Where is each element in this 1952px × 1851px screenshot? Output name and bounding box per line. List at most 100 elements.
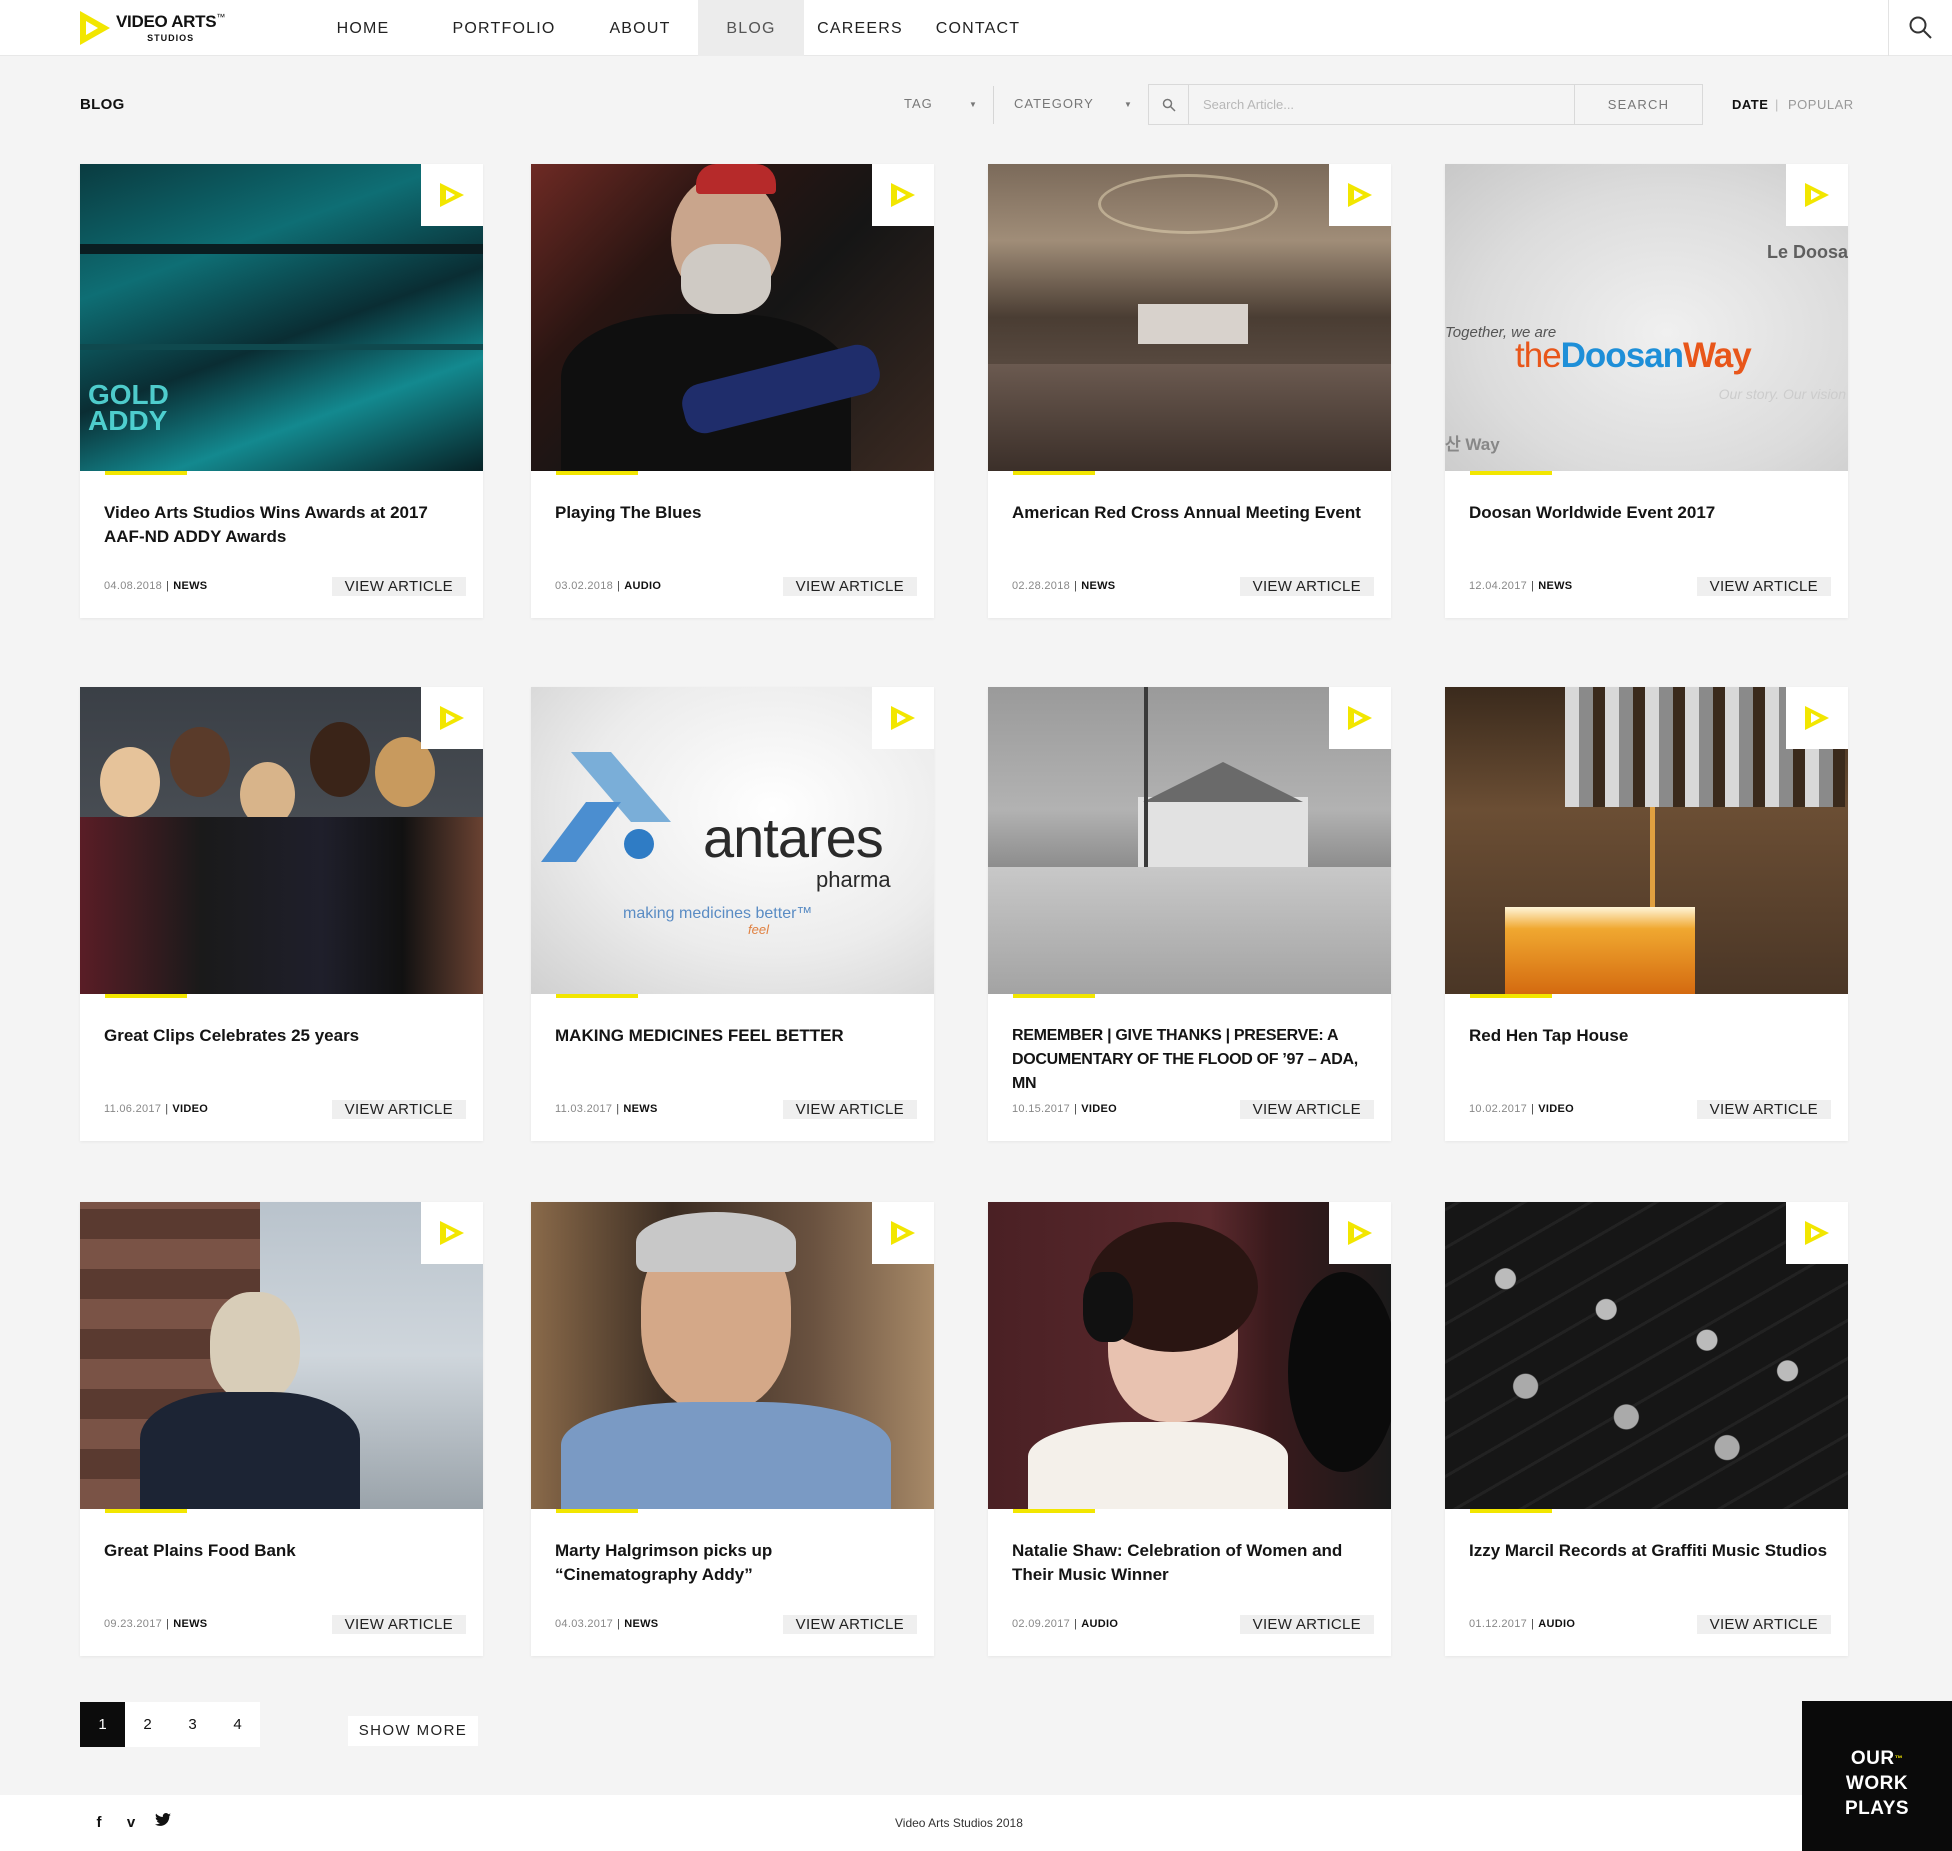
article-thumbnail[interactable] xyxy=(531,1202,934,1509)
search-button[interactable]: SEARCH xyxy=(1574,85,1702,124)
twitter-icon[interactable] xyxy=(154,1813,172,1831)
our-work-plays-promo[interactable]: OUR™ WORK PLAYS xyxy=(1802,1701,1952,1851)
facebook-icon[interactable]: f xyxy=(90,1814,108,1831)
nav-blog[interactable]: BLOG xyxy=(698,0,804,56)
article-thumbnail[interactable] xyxy=(988,1202,1391,1509)
view-article-button[interactable]: VIEW ARTICLE xyxy=(1239,1100,1374,1119)
play-icon[interactable] xyxy=(1329,164,1391,226)
play-icon[interactable] xyxy=(1786,1202,1848,1264)
article-date: 10.02.2017 xyxy=(1469,1103,1528,1115)
article-title[interactable]: Video Arts Studios Wins Awards at 2017 A… xyxy=(104,501,464,549)
view-article-button[interactable]: VIEW ARTICLE xyxy=(1696,1615,1831,1634)
view-article-button[interactable]: VIEW ARTICLE xyxy=(782,577,917,596)
article-title[interactable]: Izzy Marcil Records at Graffiti Music St… xyxy=(1469,1539,1829,1563)
tag-filter[interactable]: TAG ▼ xyxy=(904,96,977,111)
play-icon[interactable] xyxy=(1329,1202,1391,1264)
article-card[interactable]: Red Hen Tap House 10.02.2017 | VIDEO VIEW … xyxy=(1445,687,1848,1141)
article-title[interactable]: Playing The Blues xyxy=(555,501,915,525)
article-card[interactable]: Great Clips Celebrates 25 years 11.06.20… xyxy=(80,687,483,1141)
article-thumbnail[interactable] xyxy=(988,687,1391,994)
article-category: AUDIO xyxy=(624,580,662,592)
article-thumbnail[interactable] xyxy=(1445,1202,1848,1509)
article-card[interactable]: Natalie Shaw: Celebration of Women and T… xyxy=(988,1202,1391,1656)
view-article-button[interactable]: VIEW ARTICLE xyxy=(1696,577,1831,596)
article-category: VIDEO xyxy=(172,1103,209,1115)
article-title[interactable]: Marty Halgrimson picks up “Cinematograph… xyxy=(555,1539,915,1587)
article-card[interactable]: Playing The Blues 03.02.2018 | AUDIO VIEW … xyxy=(531,164,934,618)
article-title[interactable]: Great Plains Food Bank xyxy=(104,1539,464,1563)
play-icon[interactable] xyxy=(872,687,934,749)
antares-pharma: pharma xyxy=(816,867,891,892)
page-3-button[interactable]: 3 xyxy=(170,1702,215,1747)
article-thumbnail[interactable]: antares pharma making medicines better™ … xyxy=(531,687,934,994)
view-article-button[interactable]: VIEW ARTICLE xyxy=(1239,577,1374,596)
article-title[interactable]: MAKING MEDICINES FEEL BETTER xyxy=(555,1024,915,1048)
footer: f v Video Arts Studios 2018 xyxy=(0,1795,1952,1851)
sort-by-popular[interactable]: POPULAR xyxy=(1788,97,1854,112)
view-article-button[interactable]: VIEW ARTICLE xyxy=(331,1615,466,1634)
view-article-button[interactable]: VIEW ARTICLE xyxy=(782,1615,917,1634)
play-icon[interactable] xyxy=(1786,687,1848,749)
article-card[interactable]: GOLD ADDY Video Arts Studios Wins Awards … xyxy=(80,164,483,618)
brand-tm: ™ xyxy=(216,12,226,22)
article-title[interactable]: REMEMBER | GIVE THANKS | PRESERVE: A DOC… xyxy=(1012,1024,1372,1096)
nav-contact[interactable]: CONTACT xyxy=(916,0,1040,56)
view-article-button[interactable]: VIEW ARTICLE xyxy=(331,1100,466,1119)
nav-about[interactable]: ABOUT xyxy=(582,0,698,56)
article-meta: 04.03.2017 | NEWS xyxy=(555,1618,659,1630)
play-icon[interactable] xyxy=(421,687,483,749)
article-title[interactable]: Red Hen Tap House xyxy=(1469,1024,1829,1048)
search-icon xyxy=(1149,85,1189,124)
nav-home[interactable]: HOME xyxy=(300,0,426,56)
play-icon[interactable] xyxy=(872,164,934,226)
tag-filter-label: TAG xyxy=(904,96,933,111)
promo-tm: ™ xyxy=(1894,1754,1904,1763)
article-title[interactable]: Doosan Worldwide Event 2017 xyxy=(1469,501,1829,525)
article-card[interactable]: antares pharma making medicines better™ … xyxy=(531,687,934,1141)
play-icon[interactable] xyxy=(1329,687,1391,749)
article-thumbnail[interactable] xyxy=(80,687,483,994)
article-thumbnail[interactable] xyxy=(531,164,934,471)
article-title[interactable]: Natalie Shaw: Celebration of Women and T… xyxy=(1012,1539,1372,1587)
vimeo-icon[interactable]: v xyxy=(122,1814,140,1831)
article-meta: 11.03.2017 | NEWS xyxy=(555,1103,658,1115)
article-card[interactable]: REMEMBER | GIVE THANKS | PRESERVE: A DOC… xyxy=(988,687,1391,1141)
article-thumbnail[interactable] xyxy=(1445,687,1848,994)
view-article-button[interactable]: VIEW ARTICLE xyxy=(782,1100,917,1119)
play-icon[interactable] xyxy=(1786,164,1848,226)
article-card[interactable]: Great Plains Food Bank 09.23.2017 | NEWS V… xyxy=(80,1202,483,1656)
article-category: NEWS xyxy=(173,1618,208,1630)
sort-by-date[interactable]: DATE xyxy=(1732,97,1768,112)
article-date: 02.09.2017 xyxy=(1012,1618,1071,1630)
article-thumbnail[interactable] xyxy=(80,1202,483,1509)
article-card[interactable]: American Red Cross Annual Meeting Event … xyxy=(988,164,1391,618)
category-filter[interactable]: CATEGORY ▼ xyxy=(1014,96,1132,111)
article-thumbnail[interactable]: GOLD ADDY xyxy=(80,164,483,471)
article-title[interactable]: Great Clips Celebrates 25 years xyxy=(104,1024,464,1048)
article-thumbnail[interactable] xyxy=(988,164,1391,471)
article-title[interactable]: American Red Cross Annual Meeting Event xyxy=(1012,501,1372,525)
article-thumbnail[interactable]: Le Doosa Together, we are theDoosanWay O… xyxy=(1445,164,1848,471)
view-article-button[interactable]: VIEW ARTICLE xyxy=(1696,1100,1831,1119)
chevron-down-icon: ▼ xyxy=(969,100,978,109)
page-4-button[interactable]: 4 xyxy=(215,1702,260,1747)
article-meta: 01.12.2017 | AUDIO xyxy=(1469,1618,1576,1630)
view-article-button[interactable]: VIEW ARTICLE xyxy=(331,577,466,596)
article-card[interactable]: Izzy Marcil Records at Graffiti Music St… xyxy=(1445,1202,1848,1656)
page-2-button[interactable]: 2 xyxy=(125,1702,170,1747)
article-card[interactable]: Le Doosa Together, we are theDoosanWay O… xyxy=(1445,164,1848,618)
article-card[interactable]: Marty Halgrimson picks up “Cinematograph… xyxy=(531,1202,934,1656)
view-article-button[interactable]: VIEW ARTICLE xyxy=(1239,1615,1374,1634)
play-icon[interactable] xyxy=(421,164,483,226)
addy-award-text: GOLD ADDY xyxy=(88,379,169,436)
header-search-button[interactable] xyxy=(1888,0,1952,56)
brand-logo[interactable]: VIDEO ARTS™ STUDIOS xyxy=(78,8,238,48)
nav-portfolio[interactable]: PORTFOLIO xyxy=(426,0,582,56)
nav-careers[interactable]: CAREERS xyxy=(804,0,916,56)
show-more-button[interactable]: SHOW MORE xyxy=(348,1716,478,1746)
page-1-button[interactable]: 1 xyxy=(80,1702,125,1747)
play-icon[interactable] xyxy=(421,1202,483,1264)
search-input[interactable] xyxy=(1189,85,1574,124)
play-icon[interactable] xyxy=(872,1202,934,1264)
main-nav: HOME PORTFOLIO ABOUT BLOG CAREERS CONTAC… xyxy=(300,0,1040,56)
